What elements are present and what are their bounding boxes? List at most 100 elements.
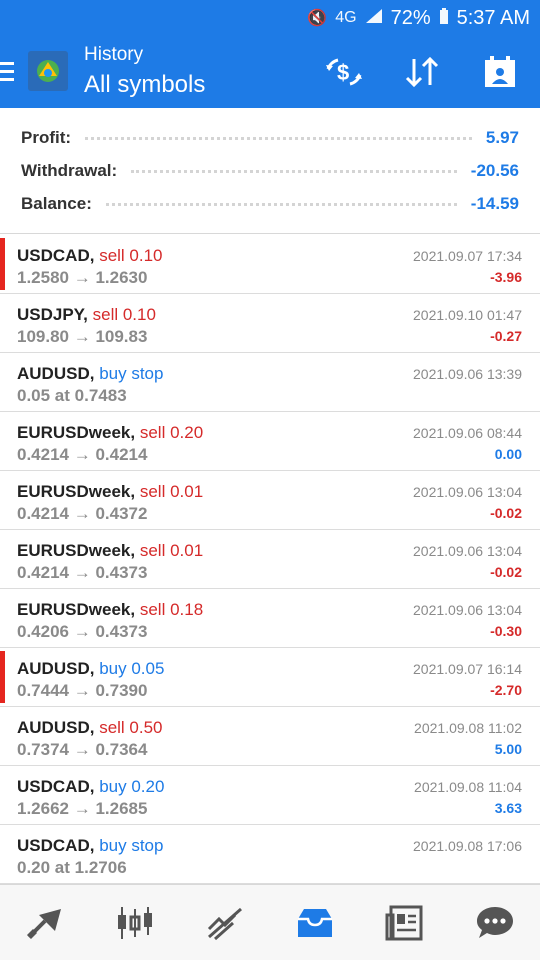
page-subtitle: History — [84, 44, 144, 65]
order-row[interactable]: USDCAD, sell 0.10 1.2580 → 1.2630 2021.09.… — [0, 235, 540, 294]
order-date: 2021.09.06 13:04 — [413, 602, 522, 618]
dot-leader — [105, 202, 457, 206]
order-action: buy 0.05 — [99, 659, 165, 678]
order-symbol-line: USDCAD, sell 0.10 — [17, 246, 163, 266]
account-summary: Profit: 5.97 Withdrawal: -20.56 Balance:… — [0, 108, 540, 234]
order-prices: 0.4214 → 0.4214 — [17, 445, 148, 464]
network-label: 4G — [335, 9, 357, 26]
menu-icon[interactable] — [0, 62, 16, 82]
order-date: 2021.09.06 08:44 — [413, 425, 522, 441]
order-row[interactable]: EURUSDweek, sell 0.01 0.4214 → 0.4372 2021… — [0, 471, 540, 530]
app-bar: History All symbols $ — [0, 36, 540, 108]
page-title[interactable]: All symbols — [84, 68, 205, 102]
svg-text:$: $ — [337, 60, 349, 85]
app-logo[interactable] — [28, 51, 68, 91]
order-action: sell 0.01 — [139, 482, 204, 501]
calendar-icon[interactable] — [480, 54, 520, 90]
order-date: 2021.09.08 11:02 — [414, 720, 522, 736]
order-row[interactable]: EURUSDweek, sell 0.01 0.4214 → 0.4373 2021… — [0, 530, 540, 589]
sort-icon[interactable] — [402, 54, 442, 90]
order-profit: -2.70 — [490, 682, 522, 698]
order-action: sell 0.20 — [139, 423, 204, 442]
order-row[interactable]: AUDUSD, buy stop 0.05 at 0.7483 2021.09.06… — [0, 353, 540, 412]
order-date: 2021.09.06 13:04 — [413, 543, 522, 559]
bottom-nav — [0, 884, 540, 960]
order-date: 2021.09.06 13:39 — [413, 366, 522, 382]
dot-leader — [131, 169, 457, 173]
dot-leader — [85, 136, 472, 140]
chart-icon[interactable] — [105, 893, 165, 953]
order-symbol: USDCAD, — [17, 836, 95, 855]
order-profit: 5.00 — [494, 741, 522, 757]
balance-row: Balance: -14.59 — [21, 189, 519, 219]
order-date: 2021.09.06 13:04 — [413, 484, 522, 500]
withdrawal-value: -20.56 — [470, 161, 519, 180]
news-icon[interactable] — [375, 893, 435, 953]
order-row[interactable]: USDCAD, buy 0.20 1.2662 → 1.2685 2021.09.0… — [0, 766, 540, 825]
signal-icon — [365, 8, 383, 29]
order-symbol-line: AUDUSD, sell 0.50 — [17, 718, 163, 738]
order-symbol-line: USDJPY, sell 0.10 — [17, 305, 156, 325]
balance-label: Balance: — [21, 194, 92, 213]
order-symbol-line: EURUSDweek, sell 0.18 — [17, 600, 203, 620]
balance-value: -14.59 — [470, 194, 519, 213]
clock: 5:37 AM — [456, 6, 530, 29]
order-profit: -3.96 — [490, 269, 522, 285]
order-symbol: AUDUSD, — [17, 718, 95, 737]
order-action: sell 0.10 — [99, 246, 163, 265]
order-symbol-line: EURUSDweek, sell 0.01 — [17, 482, 203, 502]
order-symbol: EURUSDweek, — [17, 541, 136, 560]
order-prices: 0.05 at 0.7483 — [17, 386, 127, 405]
battery-icon — [439, 7, 449, 30]
order-profit: 3.63 — [494, 800, 522, 816]
title-block: History All symbols — [84, 44, 205, 102]
order-action: sell 0.18 — [139, 600, 204, 619]
order-row[interactable]: EURUSDweek, sell 0.20 0.4214 → 0.4214 2021… — [0, 412, 540, 471]
order-action: buy stop — [99, 836, 164, 855]
order-row[interactable]: AUDUSD, sell 0.50 0.7374 → 0.7364 2021.09.… — [0, 707, 540, 766]
order-prices: 109.80 → 109.83 — [17, 327, 148, 346]
order-prices: 1.2662 → 1.2685 — [17, 799, 148, 818]
symbols-filter-icon[interactable]: $ — [324, 54, 364, 90]
order-prices: 0.7374 → 0.7364 — [17, 740, 148, 759]
order-action: buy stop — [99, 364, 164, 383]
order-prices: 0.4214 → 0.4373 — [17, 563, 148, 582]
order-symbol-line: USDCAD, buy stop — [17, 836, 163, 856]
order-symbol: EURUSDweek, — [17, 482, 136, 501]
order-row[interactable]: USDCAD, buy stop 0.20 at 1.2706 2021.09.08… — [0, 825, 540, 884]
order-prices: 0.4214 → 0.4372 — [17, 504, 148, 523]
chat-icon[interactable] — [465, 893, 525, 953]
order-history-list: USDCAD, sell 0.10 1.2580 → 1.2630 2021.09.… — [0, 235, 540, 884]
order-date: 2021.09.08 17:06 — [413, 838, 522, 854]
order-symbol-line: EURUSDweek, sell 0.20 — [17, 423, 203, 443]
order-date: 2021.09.07 16:14 — [413, 661, 522, 677]
order-profit: -0.02 — [490, 564, 522, 580]
order-symbol-line: AUDUSD, buy 0.05 — [17, 659, 164, 679]
order-symbol: AUDUSD, — [17, 659, 95, 678]
history-icon[interactable] — [285, 893, 345, 953]
order-profit: -0.30 — [490, 623, 522, 639]
order-prices: 0.7444 → 0.7390 — [17, 681, 148, 700]
order-date: 2021.09.08 11:04 — [414, 779, 522, 795]
order-symbol-line: USDCAD, buy 0.20 — [17, 777, 164, 797]
order-symbol: USDJPY, — [17, 305, 88, 324]
profit-row: Profit: 5.97 — [21, 123, 519, 153]
profit-value: 5.97 — [485, 128, 519, 147]
order-action: sell 0.50 — [99, 718, 163, 737]
order-action: sell 0.10 — [92, 305, 156, 324]
order-row[interactable]: EURUSDweek, sell 0.18 0.4206 → 0.4373 2021… — [0, 589, 540, 648]
order-prices: 0.20 at 1.2706 — [17, 858, 127, 877]
order-symbol: EURUSDweek, — [17, 423, 136, 442]
order-symbol: EURUSDweek, — [17, 600, 136, 619]
order-prices: 1.2580 → 1.2630 — [17, 268, 148, 287]
order-profit: -0.27 — [490, 328, 522, 344]
withdrawal-label: Withdrawal: — [21, 161, 118, 180]
order-symbol: USDCAD, — [17, 246, 95, 265]
quotes-icon[interactable] — [15, 893, 75, 953]
order-date: 2021.09.10 01:47 — [413, 307, 522, 323]
status-bar: 🔇 4G 72% 5:37 AM — [0, 0, 540, 36]
order-row[interactable]: USDJPY, sell 0.10 109.80 → 109.83 2021.09.… — [0, 294, 540, 353]
order-date: 2021.09.07 17:34 — [413, 248, 522, 264]
trade-icon[interactable] — [195, 893, 255, 953]
order-row[interactable]: AUDUSD, buy 0.05 0.7444 → 0.7390 2021.09.0… — [0, 648, 540, 707]
